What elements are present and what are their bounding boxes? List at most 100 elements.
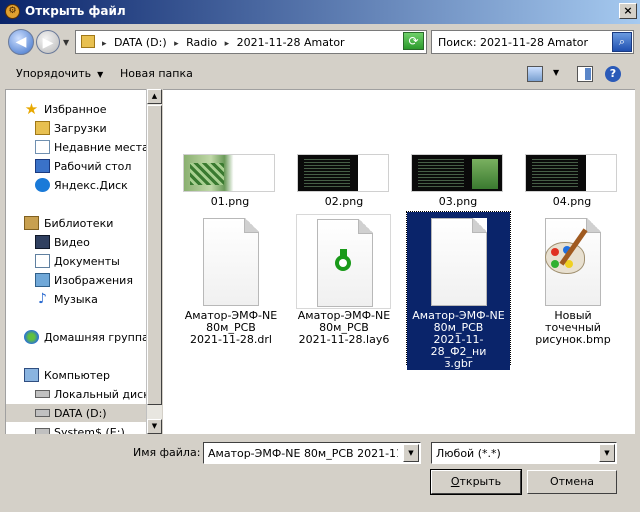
file-name: 04.png: [552, 195, 592, 208]
file-item-selected[interactable]: Аматор-ЭМФ-NE 80м_PCB 2021-11-28_Ф2_ни з…: [406, 211, 511, 370]
libraries-icon: [24, 216, 39, 230]
window-title: Открыть файл: [25, 4, 126, 18]
filename-label: Имя файла:: [133, 446, 201, 459]
nav-item-images[interactable]: Изображения: [6, 271, 148, 289]
file-item[interactable]: Аматор-ЭМФ-NE 80м_PCB 2021-11-28.lay6: [296, 214, 392, 364]
chevron-down-icon: ▼: [97, 70, 104, 79]
file-name: Новый точечный рисунок.bmp: [525, 310, 621, 346]
nav-item-favorites[interactable]: ★ Избранное: [6, 100, 148, 118]
recent-places-icon: [35, 140, 50, 154]
scroll-up-icon[interactable]: ▲: [147, 89, 162, 104]
filetype-select[interactable]: Любой (*.*) ▼: [431, 442, 617, 464]
file-name: 03.png: [438, 195, 478, 208]
file-name-line: Новый точечный: [545, 309, 601, 334]
image-thumbnail: [297, 154, 389, 192]
file-name: Аматор-ЭМФ-NE 80м_PCB 2021-11-28.drl: [183, 310, 279, 346]
chevron-down-icon[interactable]: ▼: [599, 444, 615, 462]
search-box[interactable]: Поиск: 2021-11-28 Amator ⌕: [431, 30, 634, 54]
nav-item-homegroup[interactable]: Домашняя группа: [6, 328, 149, 346]
cancel-button[interactable]: Отмена: [527, 470, 617, 494]
file-name: Аматор-ЭМФ-NE 80м_PCB 2021-11-28.lay6: [296, 310, 392, 346]
nav-item-label: Домашняя группа: [44, 331, 149, 344]
scroll-down-icon[interactable]: ▼: [147, 419, 162, 434]
file-item[interactable]: Аматор-ЭМФ-NE 80м_PCB 2021-11-28.drl: [183, 214, 279, 364]
navigation-scrollbar[interactable]: ▲ ▼: [146, 89, 162, 434]
nav-item-label: Компьютер: [44, 369, 110, 382]
address-row: ◀ ▶ ▼ ▸ DATA (D:) ▸ Radio ▸ 2021-11-28 A…: [0, 24, 640, 60]
search-button[interactable]: ⌕: [612, 32, 632, 52]
open-label: ткрыть: [459, 475, 502, 488]
nav-item-desktop[interactable]: Рабочий стол: [6, 157, 148, 175]
address-bar[interactable]: ▸ DATA (D:) ▸ Radio ▸ 2021-11-28 Amator …: [75, 30, 427, 54]
generic-file-icon: [183, 214, 278, 309]
view-dropdown-icon[interactable]: ▼: [553, 68, 559, 84]
breadcrumb-item-data[interactable]: DATA (D:): [114, 36, 167, 49]
refresh-button[interactable]: ⟳: [403, 32, 424, 50]
nav-item-libraries[interactable]: Библиотеки: [6, 214, 148, 232]
organize-button[interactable]: Упорядочить ▼: [16, 67, 103, 80]
nav-item-label: Изображения: [54, 274, 133, 287]
navigation-pane: ★ Избранное Загрузки Недавние места Рабо…: [5, 89, 162, 434]
file-item[interactable]: Новый точечный рисунок.bmp: [525, 214, 621, 364]
organize-label: Упорядочить: [16, 67, 92, 80]
file-item[interactable]: 02.png: [297, 154, 391, 210]
nav-item-label: Загрузки: [54, 122, 107, 135]
dialog-footer: Имя файла: Аматор-ЭМФ-NE 80м_PCB 2021-11…: [0, 434, 640, 512]
filename-combobox[interactable]: Аматор-ЭМФ-NE 80м_PCB 2021-11- ▼: [203, 442, 421, 464]
refresh-icon: ⟳: [408, 34, 419, 48]
filename-input[interactable]: Аматор-ЭМФ-NE 80м_PCB 2021-11-: [208, 447, 398, 460]
scroll-thumb[interactable]: [147, 105, 162, 405]
help-icon[interactable]: ?: [605, 66, 621, 82]
lay6-file-icon: [296, 214, 391, 309]
change-view-icon[interactable]: [527, 66, 543, 82]
nav-item-label: Локальный диск (: [54, 388, 158, 401]
nav-item-computer[interactable]: Компьютер: [6, 366, 148, 384]
file-list: 01.png 02.png 03.png 04.png Аматор-ЭМФ-N…: [163, 89, 635, 434]
paint-palette-icon: [541, 224, 601, 284]
homegroup-icon: [24, 330, 39, 344]
nav-item-label: Недавние места: [54, 141, 149, 154]
nav-item-recent[interactable]: Недавние места: [6, 138, 149, 156]
breadcrumb-item-radio[interactable]: Radio: [186, 36, 217, 49]
desktop-icon: [35, 159, 50, 173]
nav-item-label: Музыка: [54, 293, 98, 306]
breadcrumb-separator-icon[interactable]: ▸: [102, 39, 107, 49]
breadcrumb-item-current[interactable]: 2021-11-28 Amator: [237, 36, 345, 49]
open-button[interactable]: Открыть: [430, 469, 522, 495]
computer-icon: [24, 368, 39, 382]
arrow-right-icon: ▶: [42, 35, 54, 51]
image-thumbnail: [525, 154, 617, 192]
preview-pane-icon[interactable]: [577, 66, 593, 82]
close-button[interactable]: ×: [619, 3, 637, 19]
file-item[interactable]: 03.png: [411, 154, 505, 210]
nav-item-music[interactable]: ♪ Музыка: [6, 290, 148, 308]
new-folder-button[interactable]: Новая папка: [120, 67, 193, 80]
nav-item-video[interactable]: Видео: [6, 233, 148, 251]
chevron-down-icon[interactable]: ▼: [403, 444, 419, 462]
images-icon: [35, 273, 50, 287]
back-button[interactable]: ◀: [8, 29, 34, 55]
search-input[interactable]: Поиск: 2021-11-28 Amator: [438, 36, 588, 49]
documents-icon: [35, 254, 50, 268]
sprint-layout-icon: [335, 249, 353, 271]
nav-item-label: Яндекс.Диск: [54, 179, 128, 192]
nav-item-data-d[interactable]: DATA (D:): [6, 404, 148, 422]
breadcrumb-separator-icon[interactable]: ▸: [174, 39, 179, 49]
nav-item-local-disk-c[interactable]: Локальный диск (: [6, 385, 158, 403]
forward-button[interactable]: ▶: [36, 30, 60, 54]
search-icon: ⌕: [618, 35, 626, 48]
nav-item-yandex-disk[interactable]: Яндекс.Диск: [6, 176, 148, 194]
nav-item-downloads[interactable]: Загрузки: [6, 119, 148, 137]
nav-item-documents[interactable]: Документы: [6, 252, 148, 270]
nav-item-label: System$ (E:): [54, 426, 125, 434]
bitmap-file-icon: [525, 214, 620, 309]
file-item[interactable]: 04.png: [525, 154, 619, 210]
nav-item-system-e[interactable]: System$ (E:): [6, 423, 148, 434]
yandex-disk-icon: [35, 178, 50, 192]
image-thumbnail: [411, 154, 503, 192]
video-icon: [35, 235, 50, 249]
breadcrumb-separator-icon[interactable]: ▸: [225, 39, 230, 49]
recent-pages-dropdown[interactable]: ▼: [63, 38, 69, 47]
open-accelerator: О: [450, 475, 460, 488]
file-item[interactable]: 01.png: [183, 154, 277, 210]
